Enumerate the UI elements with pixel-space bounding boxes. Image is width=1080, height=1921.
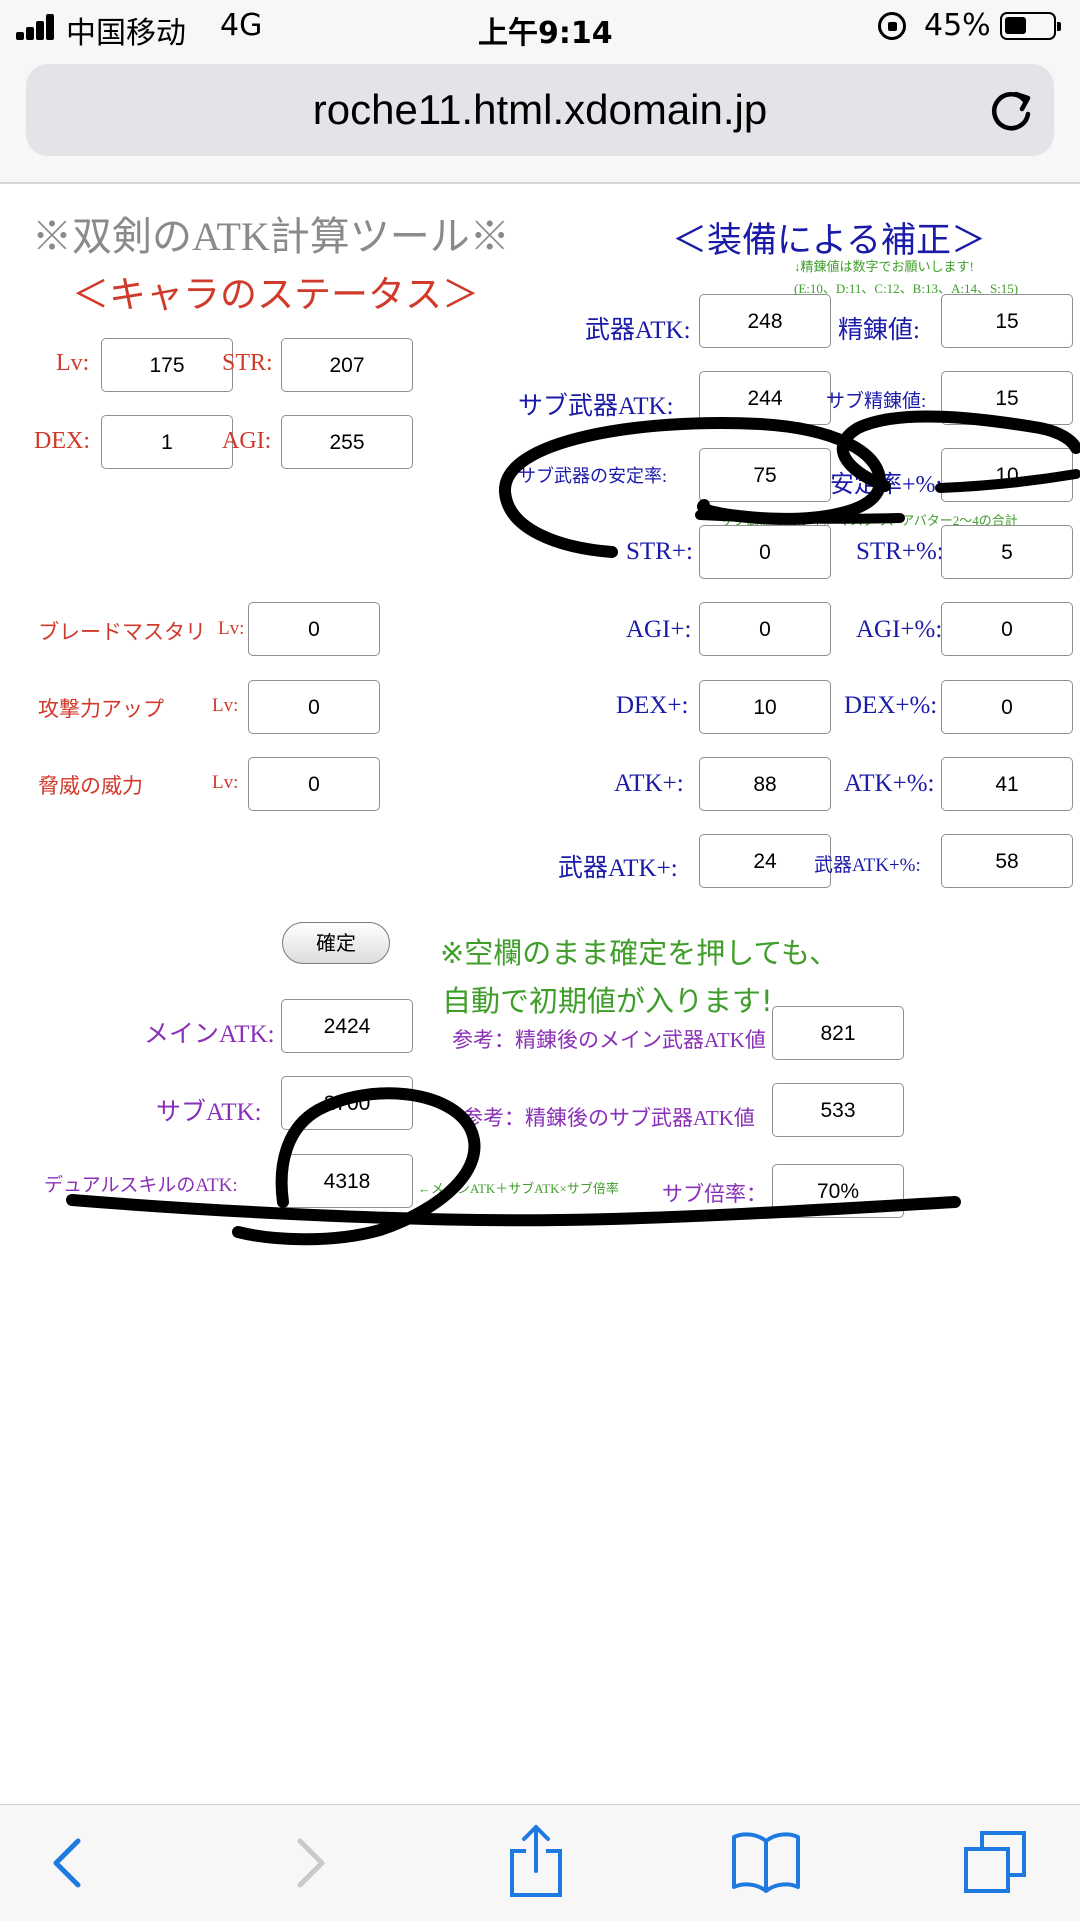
str-pct-input[interactable]: 5 <box>941 525 1073 579</box>
dex-input[interactable]: 1 <box>101 415 233 469</box>
agi-pct-label: AGI+%: <box>856 616 943 643</box>
str-plus-input[interactable]: 0 <box>699 525 831 579</box>
weapon-atk-pct-input[interactable]: 58 <box>941 834 1073 888</box>
dex-plus-input[interactable]: 10 <box>699 680 831 734</box>
battery-percent: 45% <box>924 8 991 43</box>
page-title: ※双剣のATK計算ツール※ <box>32 214 510 259</box>
attack-up-input[interactable]: 0 <box>248 680 380 734</box>
ref-sub-label: 参考：精錬後のサブ武器ATK値 <box>462 1106 755 1130</box>
agi-input[interactable]: 255 <box>281 415 413 469</box>
str-label: STR: <box>222 350 273 376</box>
dex-label: DEX: <box>34 428 90 454</box>
lv-label: Lv: <box>56 350 90 376</box>
back-icon[interactable] <box>44 1835 94 1891</box>
atk-pct-label: ATK+%: <box>844 770 935 797</box>
agi-plus-input[interactable]: 0 <box>699 602 831 656</box>
status-bar: 中国移动 4G 上午9:14 45% <box>0 0 1080 56</box>
skill-name: 攻撃力アップ <box>38 697 164 721</box>
agi-label: AGI: <box>222 428 272 454</box>
weapon-atk-pct-label: 武器ATK+%: <box>814 855 921 876</box>
sub-stability-label: サブ武器の安定率: <box>518 466 668 486</box>
dex-plus-label: DEX+: <box>616 692 689 719</box>
dex-pct-label: DEX+%: <box>844 692 938 719</box>
atk-plus-input[interactable]: 88 <box>699 757 831 811</box>
skill-name: ブレードマスタリ <box>38 620 206 644</box>
str-plus-label: STR+: <box>626 538 693 565</box>
skill-lv-label: Lv: <box>218 618 245 639</box>
atk-plus-label: ATK+: <box>614 770 684 797</box>
network-type: 4G <box>220 8 263 43</box>
dex-pct-input[interactable]: 0 <box>941 680 1073 734</box>
forward-icon[interactable] <box>284 1835 334 1891</box>
blade-mastery-input[interactable]: 0 <box>248 602 380 656</box>
ref-sub-output: 533 <box>772 1083 904 1137</box>
bookmarks-icon[interactable] <box>730 1829 802 1893</box>
sub-refine-label: サブ精錬値: <box>826 391 927 412</box>
ref-main-output: 821 <box>772 1006 904 1060</box>
share-icon[interactable] <box>506 1823 566 1899</box>
weapon-atk-label: 武器ATK: <box>585 317 691 344</box>
sub-stability-input[interactable]: 75 <box>699 448 831 502</box>
browser-toolbar <box>0 1804 1080 1921</box>
atk-pct-input[interactable]: 41 <box>941 757 1073 811</box>
clock: 上午9:14 <box>478 16 613 51</box>
formula-note: ←メインATK＋サブATK×サブ倍率 <box>418 1181 619 1196</box>
dual-atk-output: 4318 <box>281 1154 413 1208</box>
sub-weapon-atk-label: サブ武器ATK: <box>518 393 674 420</box>
chrome-divider <box>0 182 1080 184</box>
ref-main-label: 参考：精錬後のメイン武器ATK値 <box>452 1028 766 1052</box>
skill-name: 脅威の威力 <box>38 774 143 798</box>
weapon-atk-plus-input[interactable]: 24 <box>699 834 831 888</box>
sub-atk-output: 2700 <box>281 1076 413 1130</box>
notice-line-2: 自動で初期値が入ります! <box>442 984 773 1018</box>
sub-refine-input[interactable]: 15 <box>941 371 1073 425</box>
lv-input[interactable]: 175 <box>101 338 233 392</box>
stability-pct-input[interactable]: 10 <box>941 448 1073 502</box>
main-atk-output: 2424 <box>281 999 413 1053</box>
battery-icon <box>1000 12 1061 40</box>
url-text[interactable]: roche11.html.xdomain.jp <box>26 64 1054 156</box>
refine-note: ↓精錬値は数字でお願いします! <box>794 259 974 274</box>
tabs-icon[interactable] <box>960 1829 1030 1897</box>
orientation-lock-icon <box>878 12 906 40</box>
skill-lv-label: Lv: <box>212 772 239 793</box>
refine-label: 精錬値: <box>838 317 920 344</box>
agi-plus-label: AGI+: <box>626 616 692 643</box>
notice-line-1: ※空欄のまま確定を押しても、 <box>440 936 839 970</box>
menacing-power-input[interactable]: 0 <box>248 757 380 811</box>
sub-ratio-output: 70% <box>772 1164 904 1218</box>
sub-weapon-atk-input[interactable]: 244 <box>699 371 831 425</box>
sub-atk-label: サブATK: <box>156 1099 262 1126</box>
signal-icon <box>16 14 56 40</box>
str-input[interactable]: 207 <box>281 338 413 392</box>
agi-pct-input[interactable]: 0 <box>941 602 1073 656</box>
address-bar[interactable]: roche11.html.xdomain.jp <box>26 64 1054 156</box>
str-pct-label: STR+%: <box>856 538 944 565</box>
sub-ratio-label: サブ倍率： <box>662 1182 767 1206</box>
weapon-atk-input[interactable]: 248 <box>699 294 831 348</box>
reload-icon[interactable] <box>986 86 1036 136</box>
skill-lv-label: Lv: <box>212 695 239 716</box>
dual-atk-label: デュアルスキルのATK: <box>44 1175 238 1196</box>
confirm-button[interactable]: 確定 <box>282 922 390 964</box>
main-atk-label: メインATK: <box>144 1021 275 1048</box>
carrier-name: 中国移动 <box>66 16 186 51</box>
stability-pct-label: 安定率+%: <box>830 472 943 498</box>
char-status-heading: ＜キャラのステータス＞ <box>72 275 479 316</box>
weapon-atk-plus-label: 武器ATK+: <box>558 855 678 882</box>
refine-input[interactable]: 15 <box>941 294 1073 348</box>
